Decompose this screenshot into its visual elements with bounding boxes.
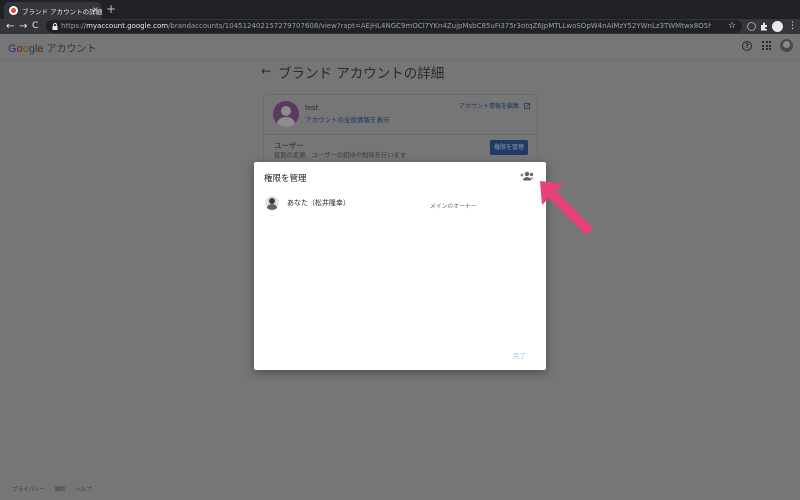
page-title: ブランド アカウントの詳細: [278, 66, 445, 82]
footer-link-privacy[interactable]: プライバシー: [12, 487, 45, 493]
member-row[interactable]: あなた（松井隆幸） メインのオーナー: [254, 194, 546, 214]
manage-permissions-button[interactable]: 権限を管理: [490, 140, 528, 155]
member-name: あなた（松井隆幸）: [287, 199, 350, 207]
lock-icon: [52, 23, 58, 30]
tab-close-icon[interactable]: ×: [92, 4, 99, 16]
users-section-description: 役割の変更、ユーザーの招待や削除を行います: [274, 152, 407, 159]
member-avatar: [265, 196, 279, 210]
logo-letter: G: [8, 43, 17, 55]
help-icon[interactable]: ?: [742, 41, 752, 51]
tab-title: ブランド アカウントの詳細: [22, 8, 103, 16]
url-host: myaccount.google.com: [86, 22, 169, 30]
brand-account-name: test: [305, 104, 319, 112]
manage-permissions-dialog: 権限を管理 あなた（松井隆幸） メインのオーナー 完了: [254, 162, 546, 370]
address-bar[interactable]: https://myaccount.google.com/brandaccoun…: [46, 20, 742, 33]
browser-menu-icon[interactable]: ⋮: [788, 19, 797, 34]
reload-button[interactable]: C: [32, 19, 38, 34]
google-account-logo[interactable]: Google アカウント: [8, 40, 97, 55]
member-role: メインのオーナー: [430, 204, 477, 210]
browser-tab[interactable]: ブランド アカウントの詳細 ×: [4, 2, 103, 19]
browser-tabstrip: ブランド アカウントの詳細 × +: [0, 0, 800, 19]
extension-icon[interactable]: [747, 22, 756, 31]
back-arrow-icon[interactable]: ←: [261, 64, 271, 78]
footer-link-help[interactable]: ヘルプ: [75, 487, 92, 493]
logo-letter: e: [37, 43, 44, 55]
open-external-icon: [524, 103, 530, 109]
page-footer: プライバシー 規約 ヘルプ: [12, 485, 100, 493]
brand-account-avatar: [273, 101, 299, 127]
dialog-title: 権限を管理: [264, 174, 307, 184]
edit-account-info-link[interactable]: アカウント情報を編集: [459, 101, 530, 110]
google-favicon-icon: [9, 6, 18, 15]
browser-toolbar: ← → C https://myaccount.google.com/brand…: [0, 19, 800, 34]
view-account-info-link[interactable]: アカウントの全般情報を表示: [305, 114, 390, 124]
new-tab-button[interactable]: +: [106, 1, 116, 17]
annotation-arrow-icon: [540, 181, 593, 235]
logo-suffix: アカウント: [46, 44, 97, 55]
apps-grid-icon[interactable]: [762, 41, 771, 50]
url-scheme: https://: [61, 22, 87, 30]
card-divider: [264, 134, 537, 135]
bookmark-star-icon[interactable]: ☆: [728, 20, 736, 33]
edit-account-info-label: アカウント情報を編集: [459, 103, 520, 110]
footer-link-terms[interactable]: 規約: [55, 487, 66, 493]
puzzle-extensions-icon[interactable]: [760, 22, 769, 31]
browser-profile-icon[interactable]: [772, 21, 783, 32]
url-path: /brandaccounts/104512402157279707608/vie…: [168, 22, 711, 30]
back-nav-button[interactable]: ←: [6, 19, 14, 34]
done-button[interactable]: 完了: [513, 350, 526, 360]
forward-nav-button[interactable]: →: [19, 19, 27, 34]
url-text: https://myaccount.google.com/brandaccoun…: [61, 20, 711, 33]
account-avatar[interactable]: [780, 39, 793, 52]
add-user-icon[interactable]: [520, 171, 534, 181]
app-header: Google アカウント ?: [0, 34, 800, 60]
